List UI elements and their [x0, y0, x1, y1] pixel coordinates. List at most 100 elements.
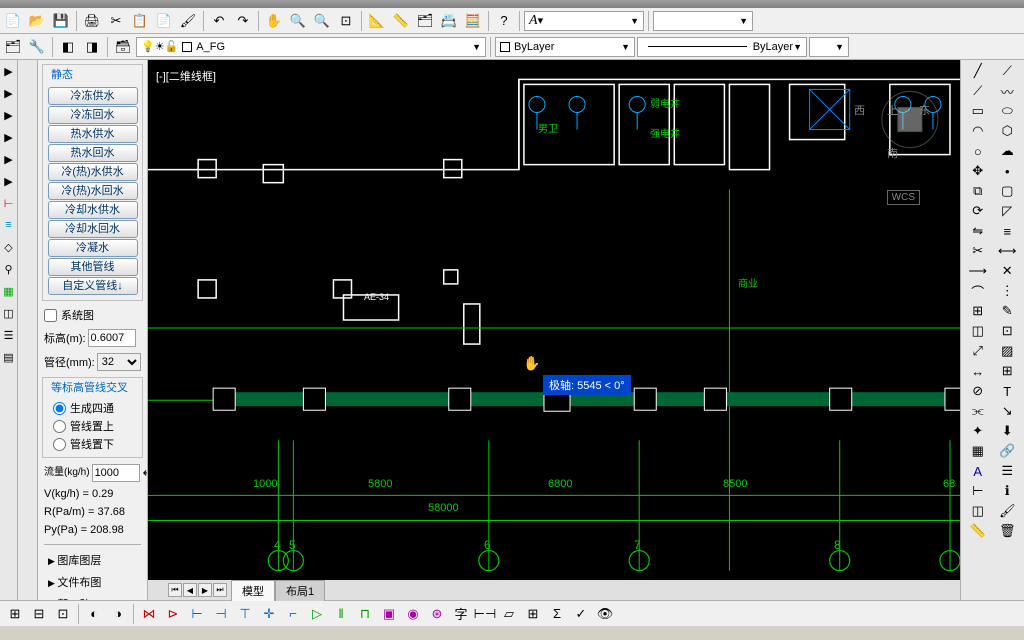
bt-valve-icon[interactable]: ⊳ — [162, 603, 184, 625]
copy-icon[interactable]: 📋 — [129, 10, 151, 32]
tab-next-icon[interactable]: ▶ — [198, 583, 212, 597]
xref-icon[interactable]: 🔗 — [995, 442, 1019, 460]
pipe-cooling-return[interactable]: 冷却水回水 — [48, 220, 138, 238]
region-icon[interactable]: ▢ — [995, 182, 1019, 200]
copy-icon[interactable]: ⧉ — [966, 182, 990, 200]
move-icon[interactable]: ✥ — [966, 162, 990, 180]
open-icon[interactable]: 📂 — [26, 10, 48, 32]
block-icon[interactable]: ◫ — [2, 306, 16, 320]
layer-off-icon[interactable]: ◨ — [81, 36, 103, 58]
radio-pipe-over[interactable]: 管线置上 — [45, 417, 140, 435]
dim-icon[interactable]: ⊢ — [966, 482, 990, 500]
mtext-icon[interactable]: T — [995, 382, 1019, 400]
xline-icon[interactable]: ⟋ — [995, 62, 1019, 80]
stretch-icon[interactable]: ↔ — [966, 362, 990, 380]
pipe-cold-supply[interactable]: 冷冻供水 — [48, 87, 138, 105]
radio-pipe-under[interactable]: 管线置下 — [45, 435, 140, 453]
lineweight-combo[interactable]: ByLayer ▼ — [637, 37, 807, 57]
dimension-icon[interactable]: ⊢ — [2, 196, 16, 210]
rect-icon[interactable]: ▭ — [966, 102, 990, 120]
expand-icon[interactable]: ▶ — [2, 108, 16, 122]
link-icon[interactable]: ⚲ — [2, 262, 16, 276]
layer-iso-icon[interactable]: ◧ — [57, 36, 79, 58]
erase-icon[interactable]: ✕ — [995, 262, 1019, 280]
footer-layout[interactable]: 文件布图 — [44, 571, 141, 593]
tool-icon[interactable]: 📐 — [366, 10, 388, 32]
break-icon[interactable]: ⊘ — [966, 382, 990, 400]
bt-label-icon[interactable]: ▱ — [498, 603, 520, 625]
spline-icon[interactable]: 〰 — [995, 82, 1019, 100]
calc-icon[interactable]: 🧮 — [462, 10, 484, 32]
chamfer-icon[interactable]: ◸ — [995, 202, 1019, 220]
pipe-hot-return[interactable]: 热水回水 — [48, 144, 138, 162]
lengthen-icon[interactable]: ⟷ — [995, 242, 1019, 260]
bt-calc-icon[interactable]: Σ — [546, 603, 568, 625]
bt-check-icon[interactable]: ✓ — [570, 603, 592, 625]
scale-icon[interactable]: ⤢ — [966, 342, 990, 360]
hatch-icon[interactable]: ▦ — [966, 442, 990, 460]
tool4-icon[interactable]: 📇 — [438, 10, 460, 32]
pipe-hot-supply[interactable]: 热水供水 — [48, 125, 138, 143]
circle-icon[interactable]: ○ — [966, 142, 990, 160]
linetype-combo[interactable]: ▼ — [809, 37, 849, 57]
tool3-icon[interactable]: 🗂 — [414, 10, 436, 32]
layer-icon[interactable]: ☰ — [995, 462, 1019, 480]
flow-input[interactable] — [92, 464, 140, 482]
trim-icon[interactable]: ✂ — [966, 242, 990, 260]
group-icon[interactable]: ⊡ — [995, 322, 1019, 340]
bt-icon[interactable]: ◐ — [83, 603, 105, 625]
mirror-icon[interactable]: ⇋ — [966, 222, 990, 240]
help-icon[interactable]: ? — [493, 10, 515, 32]
zoom-icon[interactable]: 🔍 — [287, 10, 309, 32]
offset-icon[interactable]: ◫ — [966, 322, 990, 340]
pipe-other[interactable]: 其他管线 — [48, 258, 138, 276]
bt-flange-icon[interactable]: ‖ — [330, 603, 352, 625]
expand-icon[interactable]: ▶ — [2, 86, 16, 100]
snap-icon[interactable]: ◇ — [2, 240, 16, 254]
tab-prev-icon[interactable]: ◀ — [183, 583, 197, 597]
undo-icon[interactable]: ↶ — [208, 10, 230, 32]
redo-icon[interactable]: ↷ — [232, 10, 254, 32]
array-icon[interactable]: ⊞ — [966, 302, 990, 320]
bt-text-icon[interactable]: 字 — [450, 603, 472, 625]
purge-icon[interactable]: 🗑 — [995, 522, 1019, 540]
tab-first-icon[interactable]: ⏮ — [168, 583, 182, 597]
props-icon[interactable]: ℹ — [995, 482, 1019, 500]
bt-tee-icon[interactable]: ⊤ — [234, 603, 256, 625]
bt-cap-icon[interactable]: ⊓ — [354, 603, 376, 625]
style-combo[interactable]: ▼ — [653, 11, 753, 31]
print-icon[interactable]: 🖨 — [81, 10, 103, 32]
pipe-custom[interactable]: 自定义管线↓ — [48, 277, 138, 295]
bt-icon[interactable]: ⊞ — [4, 603, 26, 625]
ellipse-icon[interactable]: ⬭ — [995, 102, 1019, 120]
bt-reducer-icon[interactable]: ▷ — [306, 603, 328, 625]
diameter-select[interactable]: 32 — [97, 353, 141, 371]
sheet-icon[interactable]: ▦ — [2, 284, 16, 298]
drawing-canvas[interactable]: [-][二维线框] — [148, 60, 960, 580]
brush-icon[interactable]: 🖌 — [177, 10, 199, 32]
pan-icon[interactable]: ✋ — [263, 10, 285, 32]
hatch-icon[interactable]: ▤ — [2, 350, 16, 364]
divide-icon[interactable]: ⋮ — [995, 282, 1019, 300]
pipe-cold-return[interactable]: 冷冻回水 — [48, 106, 138, 124]
layer-combo[interactable]: 💡 ☀ 🔓 A_FG ▼ — [136, 37, 486, 57]
polyline-icon[interactable]: ⟋ — [966, 82, 990, 100]
tab-model[interactable]: 模型 — [231, 580, 275, 601]
rotate-icon[interactable]: ⟳ — [966, 202, 990, 220]
bt-icon[interactable]: ◑ — [107, 603, 129, 625]
system-checkbox[interactable] — [44, 309, 57, 322]
color-combo[interactable]: ByLayer ▼ — [495, 37, 635, 57]
pipe-cooling-supply[interactable]: 冷却水供水 — [48, 201, 138, 219]
footer-library[interactable]: 图库图层 — [44, 549, 141, 571]
join-icon[interactable]: ⫘ — [966, 402, 990, 420]
pipe-condensate[interactable]: 冷凝水 — [48, 239, 138, 257]
layer-tool-icon[interactable]: 🔧 — [26, 36, 48, 58]
point-icon[interactable]: • — [995, 162, 1019, 180]
polygon-icon[interactable]: ⬡ — [995, 122, 1019, 140]
match-icon[interactable]: 🖌 — [995, 502, 1019, 520]
text-icon[interactable]: ≡ — [2, 218, 16, 232]
bt-view-icon[interactable]: 👁 — [594, 603, 616, 625]
layer-icon[interactable]: ☰ — [2, 328, 16, 342]
elevation-input[interactable] — [88, 329, 136, 347]
paste-icon[interactable]: 📄 — [153, 10, 175, 32]
